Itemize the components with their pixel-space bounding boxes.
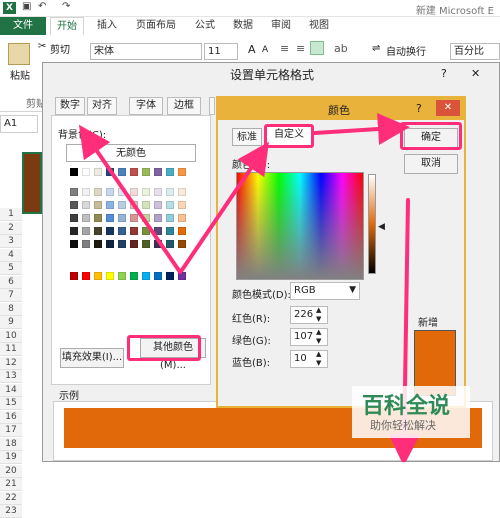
arrow-to-custom-tab: [180, 141, 269, 272]
watermark: 百科全说 助你轻松解决: [352, 386, 470, 438]
arrow-to-ok-button: [313, 113, 410, 145]
arrow-to-palette: [78, 124, 182, 274]
watermark-subtitle: 助你轻松解决: [370, 419, 436, 432]
row-header[interactable]: 21: [0, 478, 22, 491]
watermark-title: 百科全说: [362, 394, 451, 419]
row-header[interactable]: 22: [0, 491, 22, 505]
row-header[interactable]: 20: [0, 464, 22, 478]
row-header[interactable]: 23: [0, 505, 22, 518]
